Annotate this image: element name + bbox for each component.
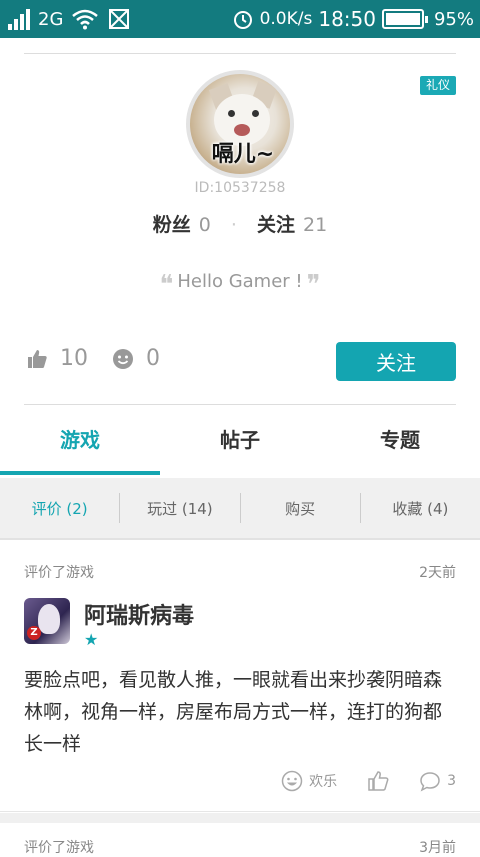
tab-indicator [0,471,160,475]
review-time: 2天前 [419,565,456,581]
fans-link[interactable]: 粉丝 0 [153,214,211,236]
no-sim-icon [109,9,130,29]
reaction-stats: 10 0 [26,346,184,371]
comment-count: 3 [447,773,456,789]
divider [24,404,456,405]
quote-open-icon: ❝ [159,270,174,300]
subtab-favorites[interactable]: 收藏 (4) [361,498,480,519]
likes-count: 10 [60,346,88,371]
game-name[interactable]: 阿瑞斯病毒 [84,598,194,630]
battery-icon [381,9,428,29]
smiles-count: 0 [146,346,160,371]
user-id: ID:10537258 [194,180,286,196]
review-actions: 欢乐 3 [251,770,456,792]
game-icon[interactable]: Z [24,598,70,644]
avatar-caption: 嗝儿~ [211,142,275,167]
like-button[interactable] [367,770,389,792]
net-speed: 0.0K/s [259,9,313,29]
comment-button[interactable]: 3 [419,770,456,792]
fans-count: 0 [198,214,211,236]
clock: 18:50 [318,7,376,31]
laugh-icon [281,770,303,792]
following-count: 21 [303,214,328,236]
review-action: 评价了游戏 [24,840,94,856]
review-card[interactable]: 评价了游戏 2天前 Z 阿瑞斯病毒 ★ 要脸点吧，看见散人推，一眼就看出来抄袭阴… [0,548,480,812]
network-type: 2G [38,8,64,30]
rating-stars: ★ [84,630,99,649]
card-separator [0,813,480,823]
user-badge[interactable]: 礼仪 [420,76,456,95]
subtab-played[interactable]: 玩过 (14) [120,498,239,519]
user-motto: ❝ Hello Gamer ! ❞ [159,270,321,300]
subtab-purchased[interactable]: 购买 [241,498,360,519]
review-action: 评价了游戏 [24,565,94,581]
tab-topics[interactable]: 专题 [320,406,480,474]
thumbs-up-icon [368,771,389,791]
following-link[interactable]: 关注 21 [257,214,327,236]
thumbs-up-icon [28,349,47,368]
review-card[interactable]: 评价了游戏 3月前 [0,823,480,856]
smile-icon [113,348,133,369]
divider [24,53,456,54]
review-time: 3月前 [419,840,456,856]
sub-tabs: 评价 (2) 玩过 (14) 购买 收藏 (4) [0,478,480,540]
emotion-label: 欢乐 [309,774,338,790]
subtab-reviews[interactable]: 评价 (2) [0,498,119,519]
tab-posts[interactable]: 帖子 [160,406,320,474]
quote-close-icon: ❞ [306,270,321,300]
follow-button[interactable]: 关注 [336,342,456,381]
status-bar: 2G 0.0K/s 18:50 95% [0,0,480,38]
main-tabs: 游戏 帖子 专题 [0,406,480,474]
comment-icon [420,772,440,792]
emotion-button[interactable]: 欢乐 [281,770,337,792]
signal-icon [8,8,30,30]
battery-percent: 95% [433,8,474,30]
avatar[interactable]: 嗝儿~ [186,70,294,178]
follow-stats: 粉丝 0 · 关注 21 [152,214,328,236]
alarm-icon [233,11,252,29]
tab-games[interactable]: 游戏 [0,406,160,474]
review-text: 要脸点吧，看见散人推，一眼就看出来抄袭阴暗森林啊，视角一样，房屋布局方式一样，连… [24,669,443,755]
wifi-icon [72,9,99,30]
